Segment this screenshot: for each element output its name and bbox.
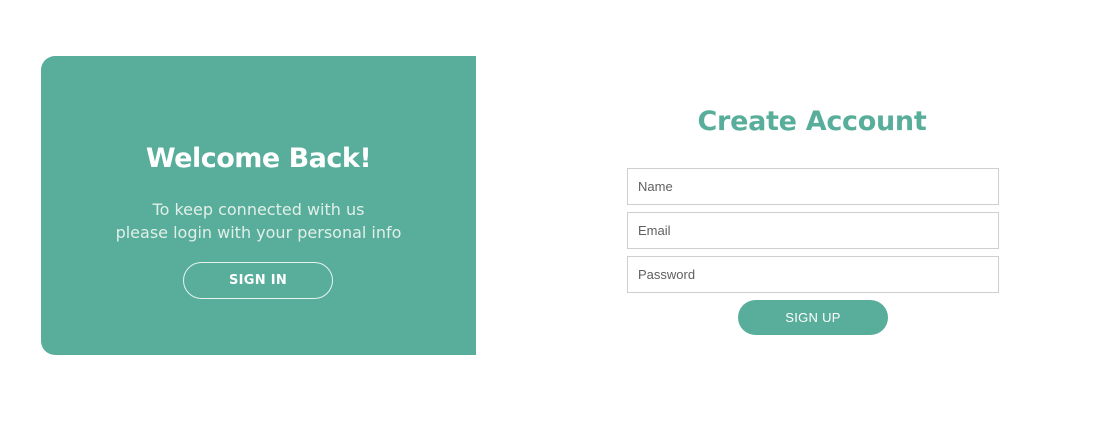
name-input[interactable] bbox=[627, 168, 999, 205]
welcome-text-line-1: To keep connected with us bbox=[152, 200, 365, 219]
welcome-text-line-2: please login with your personal info bbox=[115, 223, 402, 242]
welcome-title: Welcome Back! bbox=[145, 143, 372, 174]
sign-in-button[interactable]: SIGN IN bbox=[183, 262, 333, 299]
create-account-title: Create Account bbox=[697, 106, 927, 137]
email-input[interactable] bbox=[627, 212, 999, 249]
sign-up-button[interactable]: SIGN UP bbox=[738, 300, 888, 335]
welcome-panel: Welcome Back! To keep connected with us … bbox=[41, 56, 476, 355]
welcome-text: To keep connected with us please login w… bbox=[41, 198, 476, 244]
password-input[interactable] bbox=[627, 256, 999, 293]
